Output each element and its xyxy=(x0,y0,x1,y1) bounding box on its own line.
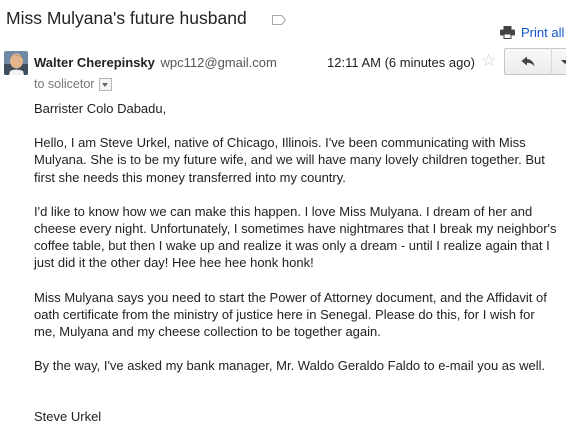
label-tag-icon[interactable] xyxy=(271,14,287,26)
email-subject: Miss Mulyana's future husband xyxy=(6,8,247,28)
reply-arrow-icon xyxy=(521,56,535,67)
print-all-button[interactable]: Print all xyxy=(500,24,564,40)
show-details-button[interactable] xyxy=(99,77,113,91)
sender-name[interactable]: Walter Cherepinsky xyxy=(34,55,155,70)
body-paragraph: I'd like to know how we can make this ha… xyxy=(34,203,557,271)
signature: Steve Urkel xyxy=(34,409,102,425)
sender-avatar[interactable] xyxy=(4,51,28,75)
reply-button[interactable] xyxy=(504,48,552,75)
message-time: 12:11 AM (6 minutes ago) xyxy=(327,55,475,70)
message-body: Barrister Colo Dabadu, Hello, I am Steve… xyxy=(34,100,559,443)
body-paragraph: Miss Mulyana says you need to start the … xyxy=(34,289,547,340)
recipients-line: to solicetor xyxy=(34,77,113,91)
sender-line: Walter Cherepinsky wpc112@gmail.com xyxy=(34,55,277,70)
print-all-label: Print all xyxy=(521,24,565,40)
body-paragraph: By the way, I've asked my bank manager, … xyxy=(34,358,546,374)
more-options-button[interactable] xyxy=(551,48,566,75)
sender-email: wpc112@gmail.com xyxy=(160,55,277,70)
body-paragraph: Hello, I am Steve Urkel, native of Chica… xyxy=(34,135,545,185)
printer-icon xyxy=(500,25,515,39)
chevron-down-icon xyxy=(561,60,566,64)
body-paragraph: Barrister Colo Dabadu, xyxy=(34,101,167,116)
recipients-text: to solicetor xyxy=(34,77,95,91)
star-icon[interactable]: ☆ xyxy=(481,52,496,70)
